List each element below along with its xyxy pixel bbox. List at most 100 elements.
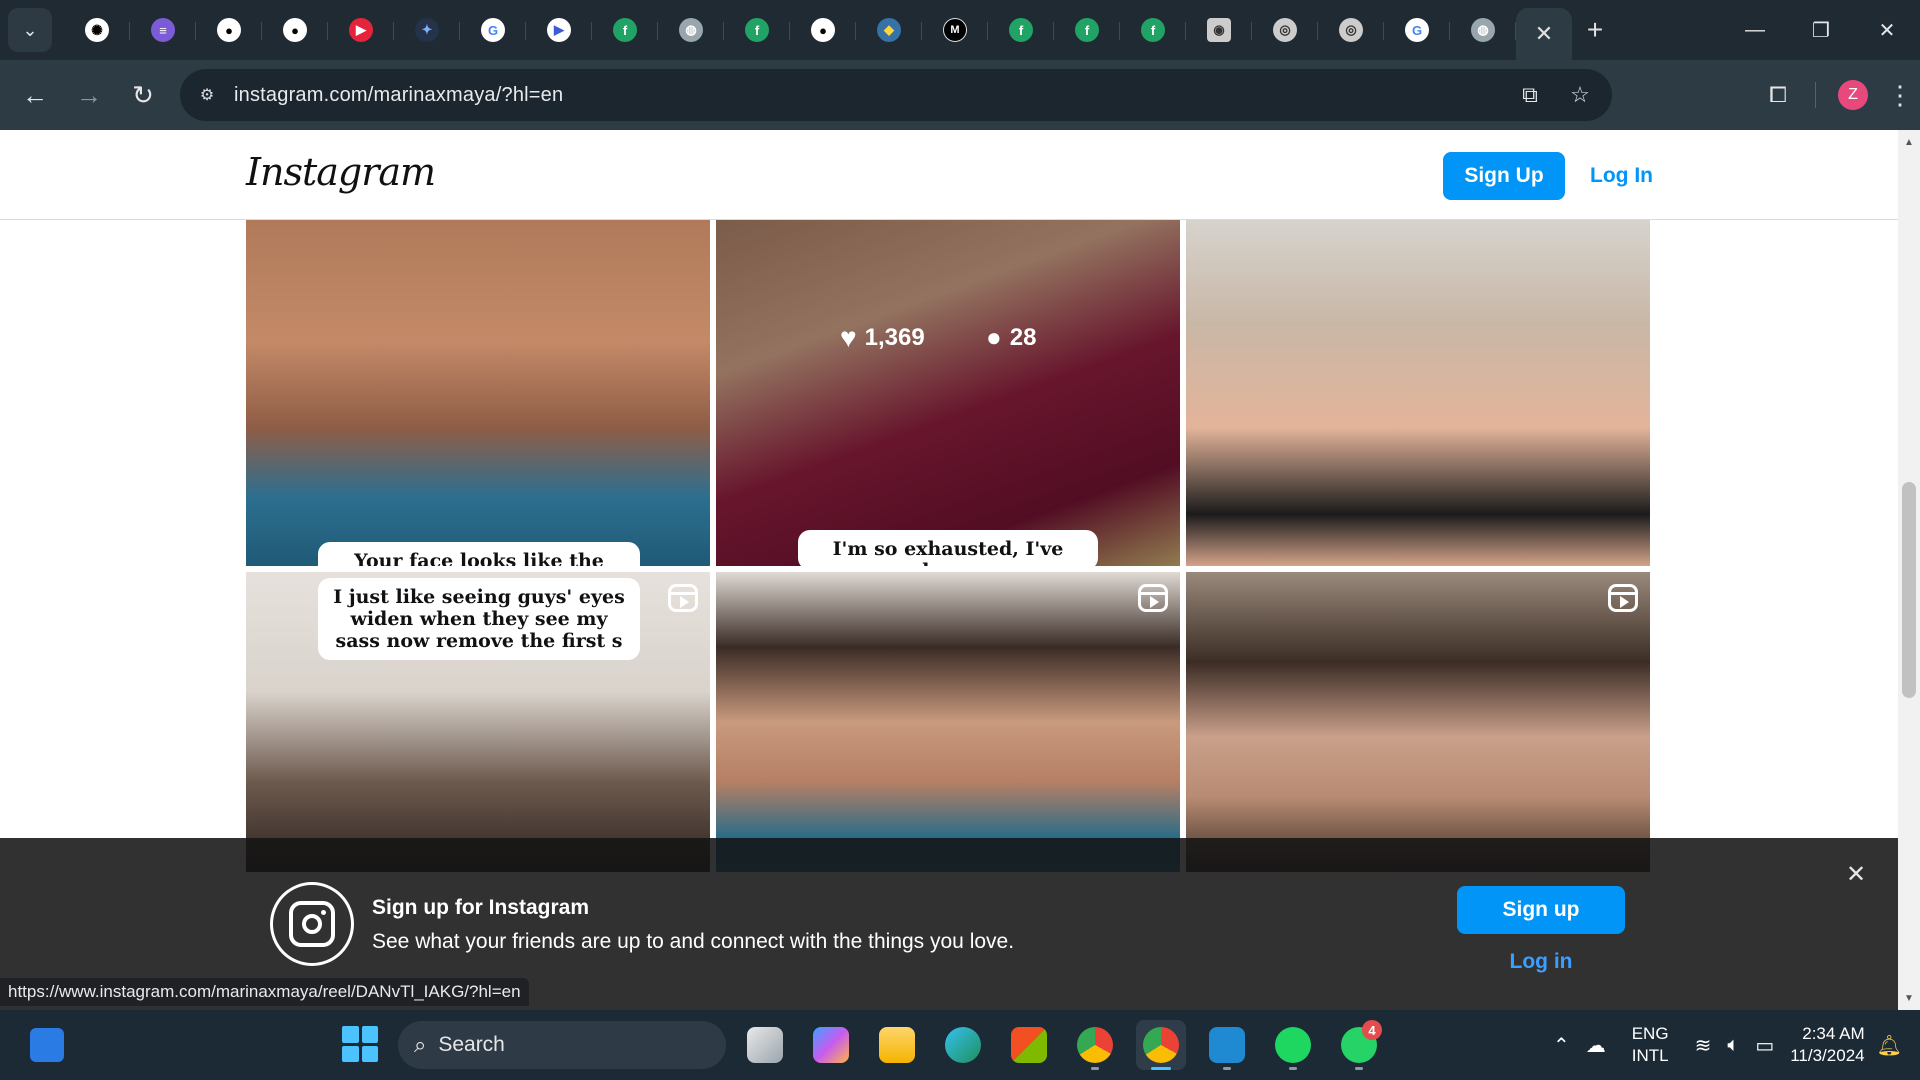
taskbar-search[interactable]: ⌕ Search bbox=[398, 1021, 726, 1069]
ig-header: Instagram Sign Up Log In bbox=[0, 130, 1898, 220]
address-bar[interactable]: ⚙ instagram.com/marinaxmaya/?hl=en ⧉ ☆ bbox=[180, 69, 1612, 121]
notification-bell-icon[interactable]: 🔔︎ bbox=[1877, 1033, 1902, 1058]
banner-signup-button[interactable]: Sign up bbox=[1457, 886, 1625, 934]
globe-icon: ◍ bbox=[679, 18, 703, 42]
chrome-icon[interactable] bbox=[1070, 1020, 1120, 1070]
onedrive-icon[interactable]: ☁ bbox=[1586, 1033, 1606, 1058]
close-banner-icon[interactable]: ✕ bbox=[1846, 860, 1866, 889]
battery-icon[interactable]: ▭ bbox=[1755, 1033, 1774, 1058]
post-tile[interactable]: Your face looks like the bbox=[246, 220, 710, 566]
search-icon: ⌕ bbox=[414, 1032, 427, 1057]
tab[interactable]: ◎ bbox=[1318, 8, 1384, 52]
medium-icon: M bbox=[943, 18, 967, 42]
chrome-profile-icon[interactable] bbox=[1136, 1020, 1186, 1070]
vscode-icon[interactable] bbox=[1202, 1020, 1252, 1070]
tab[interactable]: ● bbox=[196, 8, 262, 52]
close-window-icon[interactable]: ✕ bbox=[1854, 0, 1920, 60]
post-tile[interactable] bbox=[1186, 572, 1650, 872]
header-login-link[interactable]: Log In bbox=[1590, 152, 1653, 200]
close-tab-icon[interactable]: ✕ bbox=[1535, 21, 1553, 47]
tab[interactable]: ● bbox=[262, 8, 328, 52]
tab[interactable]: M bbox=[922, 8, 988, 52]
new-tab-button[interactable]: + bbox=[1572, 8, 1618, 52]
wifi-icon[interactable]: ≋ bbox=[1695, 1033, 1712, 1058]
tab[interactable]: ◍ bbox=[658, 8, 724, 52]
spotify-icon[interactable] bbox=[1268, 1020, 1318, 1070]
tab[interactable]: ◎ bbox=[1252, 8, 1318, 52]
github-icon: ● bbox=[811, 18, 835, 42]
toolbar-right: ⧠ Z ⋮ bbox=[1751, 72, 1920, 118]
stack-icon: ≡ bbox=[151, 18, 175, 42]
back-button[interactable]: ← bbox=[8, 73, 62, 117]
edge-icon[interactable] bbox=[938, 1020, 988, 1070]
post-tile-hovered[interactable]: ♥ 1,369 ● 28 I'm so exhausted, I've been bbox=[716, 220, 1180, 566]
reload-button[interactable]: ↻ bbox=[116, 73, 170, 117]
tab[interactable]: ✦ bbox=[394, 8, 460, 52]
tab[interactable]: ✺ bbox=[64, 8, 130, 52]
search-label: Search bbox=[438, 1033, 505, 1056]
windows-taskbar: ⌕ Search 4 ⌃ ☁ ENG INTL ≋ 🔈︎ ▭ 2:34 AM 1… bbox=[0, 1010, 1920, 1080]
url-text[interactable]: instagram.com/marinaxmaya/?hl=en bbox=[234, 84, 563, 107]
banner-subtitle: See what your friends are up to and conn… bbox=[372, 930, 1015, 953]
forward-button[interactable]: → bbox=[62, 73, 116, 117]
task-view-icon[interactable] bbox=[740, 1020, 790, 1070]
widgets-icon[interactable] bbox=[30, 1028, 64, 1062]
tab[interactable]: f bbox=[1054, 8, 1120, 52]
minimize-icon[interactable]: — bbox=[1722, 0, 1788, 60]
site-info-icon[interactable]: ⚙ bbox=[190, 78, 224, 112]
instagram-logo[interactable]: Instagram bbox=[246, 150, 436, 194]
tab-list: ✺ ≡ ● ● ▶ ✦ G ▶ f ◍ f ● ◆ M f f f ◉ ◎ ◎ … bbox=[64, 0, 1618, 60]
hover-overlay bbox=[716, 220, 1180, 566]
copilot-icon[interactable] bbox=[806, 1020, 856, 1070]
profile-avatar[interactable]: Z bbox=[1838, 80, 1868, 110]
feedly-icon: f bbox=[1009, 18, 1033, 42]
tab[interactable]: G bbox=[1384, 8, 1450, 52]
post-tile[interactable] bbox=[1186, 220, 1650, 566]
tab[interactable]: f bbox=[592, 8, 658, 52]
tab[interactable]: f bbox=[724, 8, 790, 52]
banner-title: Sign up for Instagram bbox=[372, 896, 590, 919]
tab[interactable]: ▶ bbox=[526, 8, 592, 52]
tab[interactable]: ◍ bbox=[1450, 8, 1516, 52]
extensions-icon[interactable]: ⧠ bbox=[1751, 72, 1805, 118]
comments-count: 28 bbox=[1009, 323, 1037, 351]
volume-icon[interactable]: 🔈︎ bbox=[1727, 1034, 1739, 1057]
tab[interactable]: f bbox=[1120, 8, 1186, 52]
start-button-icon[interactable] bbox=[342, 1026, 378, 1062]
scroll-thumb[interactable] bbox=[1902, 482, 1916, 698]
tab[interactable]: ≡ bbox=[130, 8, 196, 52]
clock[interactable]: 2:34 AM 11/3/2024 bbox=[1790, 1023, 1864, 1067]
tab-search-button[interactable]: ⌄ bbox=[8, 8, 52, 52]
page-scrollbar[interactable]: ▲ ▼ bbox=[1898, 130, 1920, 1010]
chevron-up-icon[interactable]: ⌃ bbox=[1553, 1033, 1570, 1058]
whatsapp-icon[interactable]: 4 bbox=[1334, 1020, 1384, 1070]
header-signup-button[interactable]: Sign Up bbox=[1443, 152, 1565, 200]
tab[interactable]: ◉ bbox=[1186, 8, 1252, 52]
whatsapp-badge: 4 bbox=[1362, 1020, 1382, 1040]
tab[interactable]: ◆ bbox=[856, 8, 922, 52]
restore-icon[interactable]: ❐ bbox=[1788, 0, 1854, 60]
post-tile[interactable] bbox=[716, 572, 1180, 872]
tab[interactable]: G bbox=[460, 8, 526, 52]
install-app-icon[interactable]: ⧉ bbox=[1512, 77, 1548, 113]
language-indicator[interactable]: ENG INTL bbox=[1632, 1023, 1669, 1067]
reel-icon bbox=[668, 584, 698, 612]
file-explorer-icon[interactable] bbox=[872, 1020, 922, 1070]
active-tab[interactable]: ✕ bbox=[1516, 8, 1572, 60]
google-icon: G bbox=[481, 18, 505, 42]
store-icon[interactable] bbox=[1004, 1020, 1054, 1070]
reel-icon bbox=[1608, 584, 1638, 612]
menu-kebab-icon[interactable]: ⋮ bbox=[1880, 72, 1920, 118]
banner-login-link[interactable]: Log in bbox=[1457, 950, 1625, 974]
tab[interactable]: ● bbox=[790, 8, 856, 52]
tab[interactable]: f bbox=[988, 8, 1054, 52]
bookmark-star-icon[interactable]: ☆ bbox=[1562, 77, 1598, 113]
post-tile[interactable]: I just like seeing guys' eyes widen when… bbox=[246, 572, 710, 872]
likes-stat: ♥ 1,369 bbox=[840, 322, 925, 354]
globe-icon: ◍ bbox=[1471, 18, 1495, 42]
tab[interactable]: ▶ bbox=[328, 8, 394, 52]
browser-tab-strip: ⌄ ✺ ≡ ● ● ▶ ✦ G ▶ f ◍ f ● ◆ M f f f ◉ ◎ … bbox=[0, 0, 1920, 60]
scroll-down-arrow-icon[interactable]: ▼ bbox=[1898, 988, 1920, 1008]
scroll-up-arrow-icon[interactable]: ▲ bbox=[1898, 132, 1920, 152]
post-caption: I just like seeing guys' eyes widen when… bbox=[318, 578, 640, 660]
